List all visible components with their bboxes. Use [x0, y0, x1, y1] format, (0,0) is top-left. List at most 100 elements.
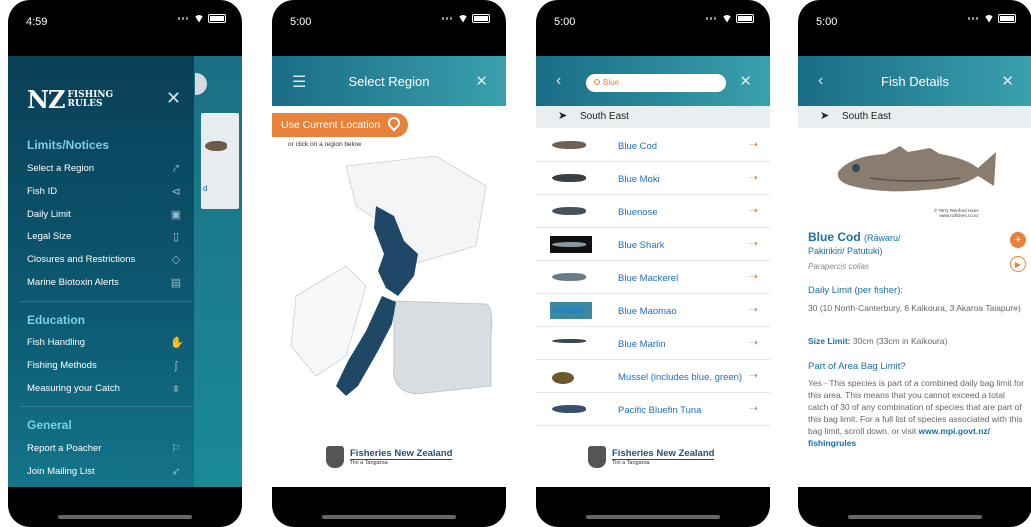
battery-icon — [998, 14, 1016, 23]
calendar-icon: ▣ — [170, 209, 182, 221]
list-item[interactable]: Blue Shark ➝ — [536, 228, 770, 261]
region-north[interactable] — [345, 155, 487, 267]
hand-icon: ✋ — [170, 337, 184, 349]
arrow-right-icon: ➝ — [748, 337, 758, 349]
menu-item-mailing-list[interactable]: Join Mailing List ➶ — [27, 466, 182, 482]
status-bar: 5:00 — [536, 0, 770, 50]
fish-thumbnail — [552, 174, 586, 182]
wifi-icon — [984, 14, 994, 23]
nz-crest-icon — [588, 446, 606, 468]
menu-item-daily-limit[interactable]: Daily Limit ▣ — [27, 209, 182, 225]
warning-icon: ◇ — [171, 254, 181, 266]
arrow-right-icon: ➝ — [748, 403, 758, 415]
phone-fish-details-screen: 5:00 ‹ Fish Details ✕ ➤ South East © Terr… — [798, 0, 1031, 527]
list-item[interactable]: Blue Moki ➝ — [536, 162, 770, 195]
phone-select-region-screen: 5:00 ☰ Select Region ✕ Use Current Locat… — [272, 0, 506, 527]
phone-menu-screen: 4:59 d NZ FISHING RULES ✕ Limits/Notices … — [8, 0, 242, 527]
menu-item-fish-id[interactable]: Fish ID ⊲ — [27, 186, 182, 202]
fisheries-nz-logo: Fisheries New Zealand Tini a Tangaroa — [326, 446, 453, 468]
status-bar: 4:59 — [8, 0, 242, 50]
region-bar[interactable]: ➤ South East — [536, 106, 770, 128]
wifi-icon — [194, 14, 204, 23]
search-icon — [594, 79, 600, 85]
fish-name: Blue Cod (Rāwaru/ — [808, 230, 901, 244]
list-item[interactable]: Blue Mackerel ➝ — [536, 261, 770, 294]
list-item[interactable]: Blue Maomao ➝ — [536, 294, 770, 327]
region-map[interactable] — [286, 146, 496, 396]
home-indicator — [848, 515, 982, 519]
fish-thumbnail — [552, 306, 586, 314]
menu-item-biotoxin[interactable]: Marine Biotoxin Alerts ▤ — [27, 277, 182, 293]
use-current-location-button[interactable]: Use Current Location — [272, 113, 408, 137]
fish-thumbnail — [552, 405, 586, 413]
list-item[interactable]: Bluenose ➝ — [536, 195, 770, 228]
status-bar: 5:00 — [798, 0, 1031, 50]
size-limit: Size Limit: 30cm (33cm in Kaikoura) — [808, 336, 948, 346]
back-chevron-icon[interactable]: ‹ — [556, 72, 561, 90]
location-pin-icon — [385, 114, 403, 132]
menu-item-measuring[interactable]: Measuring your Catch ⩨ — [27, 383, 182, 399]
page-title: Select Region — [348, 74, 430, 89]
arrow-right-icon: ➝ — [748, 205, 758, 217]
header-bar: ‹ Blue ✕ — [536, 56, 770, 106]
menu-item-fishing-methods[interactable]: Fishing Methods ʃ — [27, 360, 182, 376]
side-menu: NZ FISHING RULES ✕ Limits/Notices Select … — [8, 56, 194, 487]
list-item[interactable]: Mussel (includes blue, green) ➝ — [536, 360, 770, 393]
region-south-east[interactable] — [393, 300, 493, 395]
mussel-thumbnail — [552, 372, 574, 384]
close-icon[interactable]: ✕ — [475, 72, 488, 90]
section-title-limits: Limits/Notices — [27, 138, 110, 152]
ruler-icon: ▯ — [172, 231, 180, 243]
latin-name: Parapercis colias — [808, 262, 869, 271]
arrow-right-icon: ➝ — [748, 172, 758, 184]
list-item[interactable]: Pacific Bluefin Tuna ➝ — [536, 393, 770, 426]
background-card: d — [201, 113, 239, 209]
fish-thumbnail — [552, 273, 586, 281]
fisheries-nz-logo: Fisheries New Zealand Tini a Tangaroa — [588, 446, 715, 468]
battery-icon — [472, 14, 490, 23]
arrow-right-icon: ➝ — [748, 139, 758, 151]
photo-credit: © Terry Wenford Hann www.nzfishes.co.nz — [934, 208, 979, 218]
wifi-icon — [458, 14, 468, 23]
arrow-right-icon: ➝ — [748, 304, 758, 316]
menu-item-select-region[interactable]: Select a Region ⤤ — [27, 163, 182, 179]
fish-thumbnail — [552, 339, 586, 343]
list-icon: ▤ — [170, 277, 182, 289]
arrow-right-icon: ➝ — [748, 271, 758, 283]
region-bar[interactable]: ➤ South East — [798, 106, 1031, 128]
fish-thumbnail — [552, 141, 586, 149]
home-indicator — [322, 515, 456, 519]
list-item[interactable]: Blue Cod ➝ — [536, 129, 770, 162]
status-bar: 5:00 — [272, 0, 506, 50]
play-icon[interactable]: ▶ — [1010, 256, 1026, 272]
phone-search-screen: 5:00 ‹ Blue ✕ ➤ South East Blue Cod ➝ Blue… — [536, 0, 770, 527]
location-arrow-icon: ➤ — [558, 110, 568, 122]
menu-item-legal-size[interactable]: Legal Size ▯ — [27, 231, 182, 247]
close-icon[interactable]: ✕ — [739, 72, 752, 90]
wifi-icon — [722, 14, 732, 23]
hook-icon: ʃ — [174, 360, 178, 372]
list-item[interactable]: Blue Marlin ➝ — [536, 327, 770, 360]
search-input[interactable]: Blue — [586, 74, 726, 92]
nz-crest-icon — [326, 446, 344, 468]
pin-icon: ⤤ — [172, 163, 180, 175]
page-title: Fish Details — [881, 74, 949, 89]
bag-limit-text: Yes - This species is part of a combined… — [808, 378, 1024, 448]
fish-photo — [837, 146, 996, 192]
menu-item-report-poacher[interactable]: Report a Poacher ⚐ — [27, 443, 182, 459]
flag-icon: ⚐ — [171, 443, 181, 455]
header-bar: ☰ Select Region ✕ — [272, 56, 506, 106]
section-title-education: Education — [27, 313, 86, 327]
maori-names: Pakirikiri/ Patutuki) — [808, 246, 883, 256]
status-time: 4:59 — [26, 16, 48, 28]
battery-icon — [736, 14, 754, 23]
add-button[interactable]: + — [1010, 232, 1026, 248]
close-icon[interactable]: ✕ — [1001, 72, 1014, 90]
home-indicator — [58, 515, 192, 519]
close-icon[interactable]: ✕ — [166, 88, 181, 109]
bag-limit-heading: Part of Area Bag Limit? — [808, 361, 906, 372]
header-bar: ‹ Fish Details ✕ — [798, 56, 1031, 106]
menu-item-closures[interactable]: Closures and Restrictions ◇ — [27, 254, 182, 270]
send-icon: ➶ — [171, 466, 181, 478]
menu-item-fish-handling[interactable]: Fish Handling ✋ — [27, 337, 184, 353]
